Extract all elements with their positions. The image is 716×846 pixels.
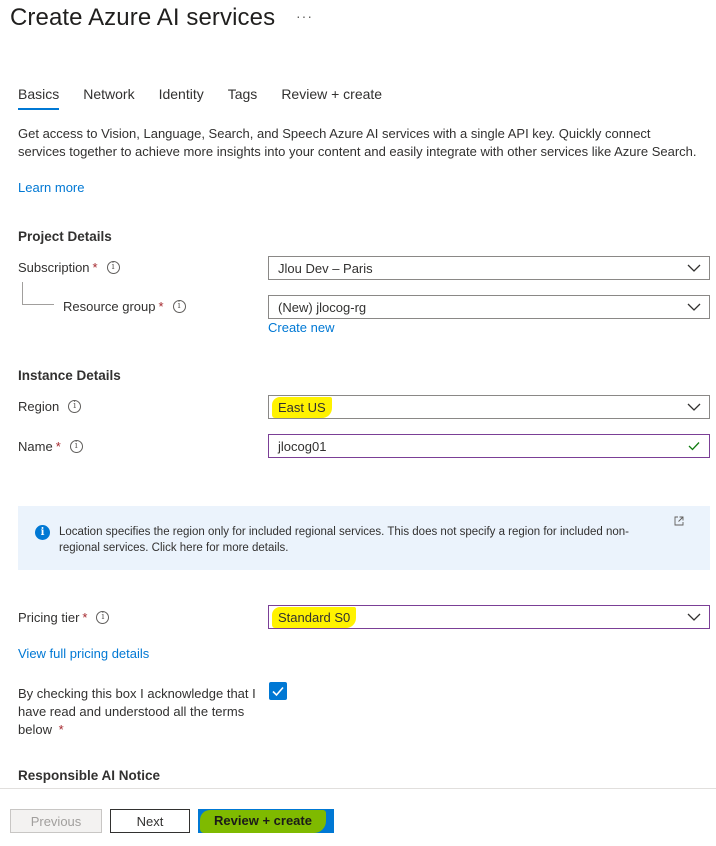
resource-group-label: Resource group * i (63, 299, 186, 314)
resource-group-select[interactable]: (New) jlocog-rg (268, 295, 710, 319)
chevron-down-icon (687, 613, 701, 621)
external-link-icon[interactable] (674, 516, 684, 526)
pricing-tier-value: Standard S0 (272, 606, 357, 628)
name-label-text: Name (18, 439, 53, 454)
intro-text: Get access to Vision, Language, Search, … (18, 126, 697, 159)
resource-group-value: (New) jlocog-rg (278, 299, 367, 315)
region-value: East US (272, 396, 332, 418)
view-pricing-details-link[interactable]: View full pricing details (18, 646, 149, 661)
tab-tags[interactable]: Tags (228, 86, 258, 110)
required-marker: * (58, 722, 64, 737)
region-label: Region i (18, 399, 82, 414)
resource-group-label-text: Resource group (63, 299, 156, 314)
page-title: Create Azure AI services (10, 4, 276, 31)
name-value: jlocog01 (278, 438, 327, 454)
subscription-value: Jlou Dev – Paris (278, 260, 373, 276)
previous-button[interactable]: Previous (10, 809, 102, 833)
review-create-label: Review + create (200, 809, 326, 833)
create-new-link[interactable]: Create new (268, 320, 334, 335)
tab-bar: Basics Network Identity Tags Review + cr… (18, 86, 406, 110)
acknowledge-label: By checking this box I acknowledge that … (18, 685, 262, 739)
chevron-down-icon (687, 264, 701, 272)
tab-basics[interactable]: Basics (18, 86, 60, 110)
footer-divider (0, 788, 716, 789)
info-icon[interactable]: i (172, 300, 186, 313)
tab-review-create[interactable]: Review + create (281, 86, 382, 110)
region-label-text: Region (18, 399, 60, 414)
name-label: Name * i (18, 439, 83, 454)
acknowledge-checkbox[interactable] (269, 682, 287, 700)
info-icon[interactable]: i (68, 400, 82, 413)
name-input[interactable]: jlocog01 (268, 434, 710, 458)
required-marker: * (82, 610, 88, 625)
project-details-heading: Project Details (18, 229, 112, 244)
tab-identity[interactable]: Identity (159, 86, 204, 110)
info-message-text: Location specifies the region only for i… (59, 526, 630, 554)
info-circle-icon: i (35, 525, 50, 540)
next-button[interactable]: Next (110, 809, 190, 833)
subscription-label-text: Subscription (18, 260, 90, 275)
info-message-bar[interactable]: i Location specifies the region only for… (18, 506, 710, 570)
checkmark-icon (272, 686, 284, 697)
acknowledge-text: By checking this box I acknowledge that … (18, 686, 256, 737)
more-options-icon[interactable]: ··· (296, 8, 313, 24)
tree-connector (22, 304, 54, 305)
required-marker: * (92, 260, 98, 275)
pricing-tier-select[interactable]: Standard S0 (268, 605, 710, 629)
responsible-ai-heading: Responsible AI Notice (18, 768, 161, 783)
instance-details-heading: Instance Details (18, 368, 121, 383)
valid-check-icon (688, 442, 700, 451)
pricing-tier-label: Pricing tier * i (18, 610, 110, 625)
subscription-label: Subscription * i (18, 260, 120, 275)
region-select[interactable]: East US (268, 395, 710, 419)
info-icon[interactable]: i (96, 611, 110, 624)
review-create-button[interactable]: Review + create (198, 809, 334, 833)
tab-network[interactable]: Network (83, 86, 134, 110)
required-marker: * (158, 299, 164, 314)
chevron-down-icon (687, 303, 701, 311)
tree-connector (22, 282, 23, 304)
info-icon[interactable]: i (69, 440, 83, 453)
info-icon[interactable]: i (106, 261, 120, 274)
pricing-tier-label-text: Pricing tier (18, 610, 80, 625)
required-marker: * (55, 439, 61, 454)
learn-more-link[interactable]: Learn more (18, 180, 84, 195)
chevron-down-icon (687, 403, 701, 411)
subscription-select[interactable]: Jlou Dev – Paris (268, 256, 710, 280)
